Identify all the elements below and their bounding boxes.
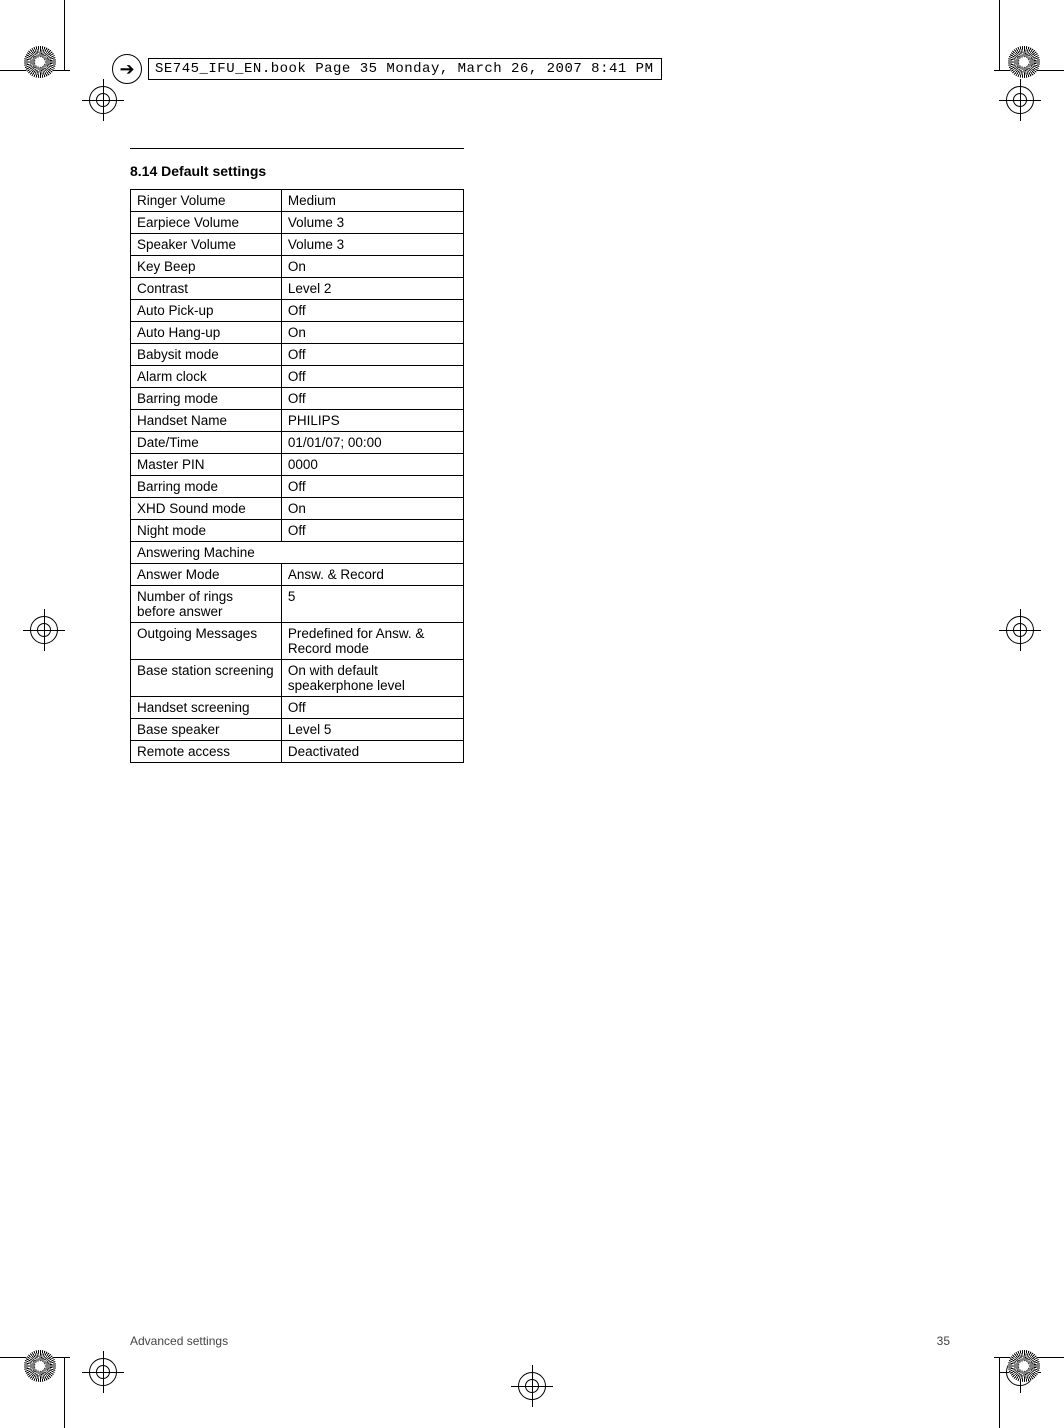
- sunburst-icon: [24, 1350, 56, 1382]
- registration-mark-icon: [89, 86, 117, 114]
- setting-name: Ringer Volume: [131, 190, 282, 212]
- page-footer: Advanced settings 35: [130, 1334, 950, 1348]
- table-row: Auto Pick-upOff: [131, 300, 464, 322]
- registration-mark-icon: [1006, 86, 1034, 114]
- print-header-text: SE745_IFU_EN.book Page 35 Monday, March …: [148, 58, 662, 80]
- setting-value: Deactivated: [281, 741, 463, 763]
- registration-mark-icon: [518, 1372, 546, 1400]
- table-row: Master PIN0000: [131, 454, 464, 476]
- registration-mark-icon: [30, 616, 58, 644]
- table-row: Handset screeningOff: [131, 697, 464, 719]
- setting-value: Off: [281, 476, 463, 498]
- page-number: 35: [937, 1334, 950, 1348]
- table-row: Date/Time01/01/07; 00:00: [131, 432, 464, 454]
- sunburst-icon: [1008, 46, 1040, 78]
- setting-value: 5: [281, 586, 463, 623]
- table-subheader: Answering Machine: [131, 542, 464, 564]
- table-row: Alarm clockOff: [131, 366, 464, 388]
- setting-name: Auto Pick-up: [131, 300, 282, 322]
- setting-value: Off: [281, 366, 463, 388]
- setting-name: Base station screening: [131, 660, 282, 697]
- table-row: Answer ModeAnsw. & Record: [131, 564, 464, 586]
- setting-value: PHILIPS: [281, 410, 463, 432]
- table-row: Speaker VolumeVolume 3: [131, 234, 464, 256]
- table-row: Barring modeOff: [131, 388, 464, 410]
- footer-section-label: Advanced settings: [130, 1334, 228, 1348]
- setting-value: On with default speakerphone level: [281, 660, 463, 697]
- setting-value: Medium: [281, 190, 463, 212]
- table-row: Earpiece VolumeVolume 3: [131, 212, 464, 234]
- registration-mark-icon: [89, 1358, 117, 1386]
- setting-value: 01/01/07; 00:00: [281, 432, 463, 454]
- setting-name: Babysit mode: [131, 344, 282, 366]
- table-row: Auto Hang-upOn: [131, 322, 464, 344]
- table-row: XHD Sound modeOn: [131, 498, 464, 520]
- table-row: Barring modeOff: [131, 476, 464, 498]
- section-title: 8.14 Default settings: [130, 163, 464, 179]
- setting-name: Remote access: [131, 741, 282, 763]
- setting-name: Speaker Volume: [131, 234, 282, 256]
- setting-name: Answer Mode: [131, 564, 282, 586]
- table-row: Handset NamePHILIPS: [131, 410, 464, 432]
- setting-name: Handset screening: [131, 697, 282, 719]
- setting-value: Off: [281, 520, 463, 542]
- table-row: Base station screeningOn with default sp…: [131, 660, 464, 697]
- crop-mark: [64, 1358, 65, 1428]
- setting-value: Off: [281, 344, 463, 366]
- sunburst-icon: [24, 46, 56, 78]
- setting-name: Outgoing Messages: [131, 623, 282, 660]
- setting-value: On: [281, 322, 463, 344]
- setting-name: Earpiece Volume: [131, 212, 282, 234]
- table-row: Babysit modeOff: [131, 344, 464, 366]
- setting-name: Auto Hang-up: [131, 322, 282, 344]
- sunburst-icon: [1008, 1350, 1040, 1382]
- table-row: Ringer VolumeMedium: [131, 190, 464, 212]
- setting-name: Contrast: [131, 278, 282, 300]
- horizontal-rule: [130, 148, 464, 149]
- setting-value: Level 5: [281, 719, 463, 741]
- setting-name: Date/Time: [131, 432, 282, 454]
- setting-name: Key Beep: [131, 256, 282, 278]
- default-settings-table: Ringer VolumeMedium Earpiece VolumeVolum…: [130, 189, 464, 763]
- setting-value: Answ. & Record: [281, 564, 463, 586]
- setting-name: Barring mode: [131, 388, 282, 410]
- crop-mark: [64, 0, 65, 70]
- setting-name: Barring mode: [131, 476, 282, 498]
- table-row: Night modeOff: [131, 520, 464, 542]
- crop-mark: [999, 1358, 1000, 1428]
- setting-name: Master PIN: [131, 454, 282, 476]
- table-row: Outgoing MessagesPredefined for Answ. & …: [131, 623, 464, 660]
- setting-name: Alarm clock: [131, 366, 282, 388]
- setting-name: Handset Name: [131, 410, 282, 432]
- setting-value: On: [281, 498, 463, 520]
- setting-name: Answering Machine: [131, 542, 464, 564]
- table-row: Key BeepOn: [131, 256, 464, 278]
- setting-value: Level 2: [281, 278, 463, 300]
- setting-name: Night mode: [131, 520, 282, 542]
- table-row: ContrastLevel 2: [131, 278, 464, 300]
- registration-mark-icon: [1006, 616, 1034, 644]
- setting-name: XHD Sound mode: [131, 498, 282, 520]
- setting-value: On: [281, 256, 463, 278]
- table-row: Remote accessDeactivated: [131, 741, 464, 763]
- setting-value: Off: [281, 300, 463, 322]
- setting-value: 0000: [281, 454, 463, 476]
- crop-mark: [999, 0, 1000, 70]
- book-arrow-icon: ➔: [112, 54, 142, 84]
- setting-value: Volume 3: [281, 234, 463, 256]
- table-row: Number of rings before answer5: [131, 586, 464, 623]
- setting-value: Off: [281, 388, 463, 410]
- table-row: Base speakerLevel 5: [131, 719, 464, 741]
- setting-name: Number of rings before answer: [131, 586, 282, 623]
- setting-value: Off: [281, 697, 463, 719]
- print-header: ➔ SE745_IFU_EN.book Page 35 Monday, Marc…: [112, 54, 662, 84]
- setting-value: Predefined for Answ. & Record mode: [281, 623, 463, 660]
- setting-name: Base speaker: [131, 719, 282, 741]
- page-content: 8.14 Default settings Ringer VolumeMediu…: [130, 148, 464, 763]
- setting-value: Volume 3: [281, 212, 463, 234]
